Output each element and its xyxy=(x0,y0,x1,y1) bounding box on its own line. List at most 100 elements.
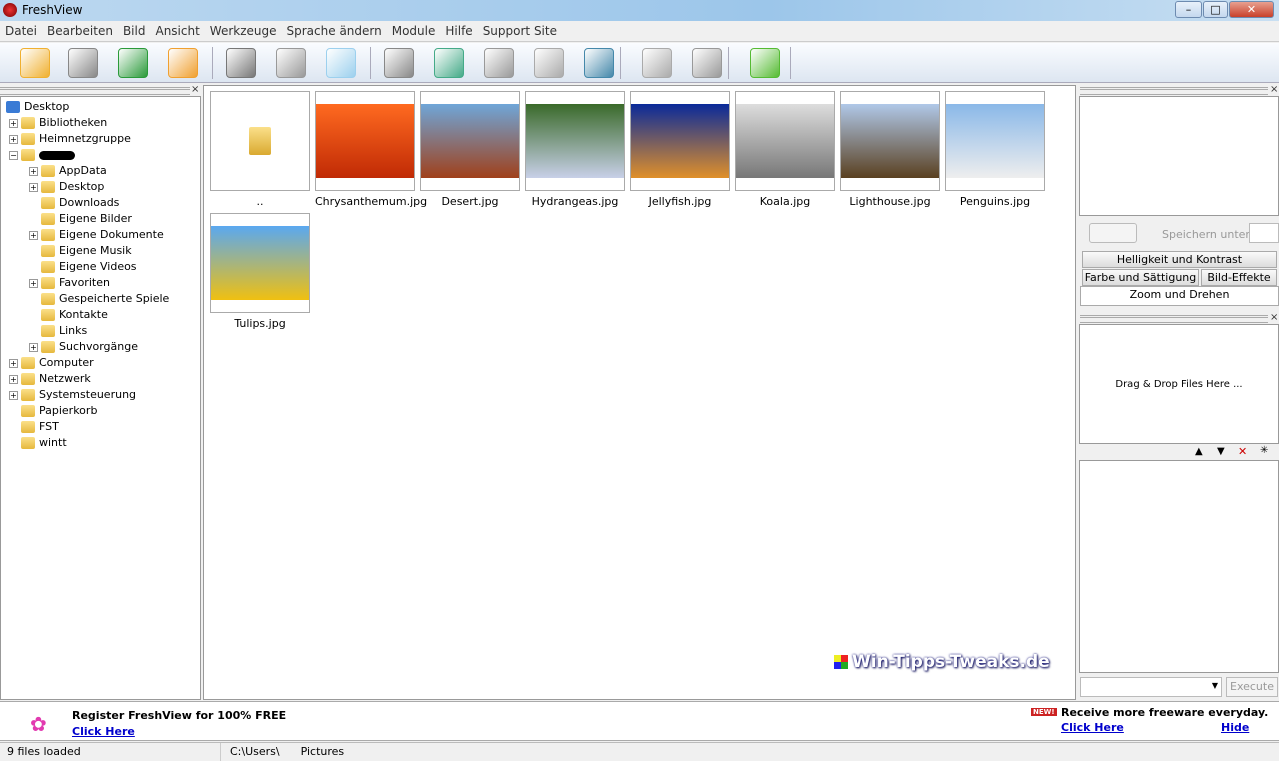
thumbnail-item[interactable]: .. xyxy=(210,91,310,208)
drop-zone[interactable]: Drag & Drop Files Here ... xyxy=(1079,324,1279,444)
clipboard-image-icon[interactable] xyxy=(384,48,414,78)
batch-images-icon[interactable] xyxy=(484,48,514,78)
refresh-icon[interactable] xyxy=(118,48,148,78)
menu-sprache-ndern[interactable]: Sprache ändern xyxy=(282,21,387,41)
panel-grip[interactable] xyxy=(1080,87,1268,95)
tree-item[interactable]: Gespeicherte Spiele xyxy=(29,291,169,307)
menu-hilfe[interactable]: Hilfe xyxy=(440,21,477,41)
tree-item[interactable]: Desktop xyxy=(6,99,69,115)
thumbnail-item[interactable]: Penguins.jpg xyxy=(945,91,1045,208)
tree-item[interactable]: Papierkorb xyxy=(9,403,97,419)
close-tree-panel-icon[interactable]: × xyxy=(191,84,199,95)
menu-datei[interactable]: Datei xyxy=(0,21,42,41)
print-icon[interactable] xyxy=(68,48,98,78)
tree-item-label: Papierkorb xyxy=(39,404,98,417)
panel-grip[interactable] xyxy=(0,87,190,95)
cut-icon[interactable] xyxy=(226,48,256,78)
close-drop-panel-icon[interactable]: × xyxy=(1270,312,1278,323)
thumbnail-label: .. xyxy=(256,195,264,208)
expander-icon[interactable]: + xyxy=(29,278,38,288)
hide-link[interactable]: Hide xyxy=(1221,721,1249,734)
expander-icon[interactable]: + xyxy=(29,166,38,176)
thumbnail-image xyxy=(736,104,834,178)
tree-item[interactable]: − xyxy=(9,147,75,163)
copy-icon[interactable] xyxy=(326,48,356,78)
watermark-text: Win-Tipps-Tweaks.de xyxy=(852,652,1050,672)
expander-icon[interactable]: + xyxy=(9,374,18,384)
thumbnail-item[interactable]: Koala.jpg xyxy=(735,91,835,208)
plugins-icon[interactable] xyxy=(750,48,780,78)
tree-item[interactable]: Eigene Bilder xyxy=(29,211,132,227)
close-preview-panel-icon[interactable]: × xyxy=(1270,84,1278,95)
open-folder-icon[interactable] xyxy=(20,48,50,78)
tree-item[interactable]: + Heimnetzgruppe xyxy=(9,131,131,147)
tree-item[interactable]: + Favoriten xyxy=(29,275,110,291)
clear-icon[interactable]: ✳ xyxy=(1260,445,1268,456)
home-folder-icon[interactable] xyxy=(168,48,198,78)
tree-item[interactable]: Downloads xyxy=(29,195,119,211)
expander-icon[interactable]: + xyxy=(29,230,38,240)
action-dropdown[interactable]: ▼ xyxy=(1080,677,1222,697)
expander-icon[interactable]: + xyxy=(9,390,18,400)
move-down-icon[interactable]: ▼ xyxy=(1217,446,1225,457)
thumbnail-item[interactable]: Chrysanthemum.jpg xyxy=(315,91,427,208)
maximize-button[interactable]: □ xyxy=(1203,1,1228,18)
menu-bearbeiten[interactable]: Bearbeiten xyxy=(42,21,118,41)
menu-module[interactable]: Module xyxy=(387,21,441,41)
tree-item-label: Heimnetzgruppe xyxy=(39,132,131,145)
execute-button[interactable]: Execute xyxy=(1226,677,1278,697)
tree-item[interactable]: + AppData xyxy=(29,163,107,179)
tree-item[interactable]: + Eigene Dokumente xyxy=(29,227,164,243)
thumbnail-item[interactable]: Tulips.jpg xyxy=(210,213,310,330)
tree-item[interactable]: Eigene Musik xyxy=(29,243,132,259)
panel-grip[interactable] xyxy=(1080,315,1268,323)
tab-image-effects[interactable]: Bild-Effekte xyxy=(1201,269,1277,286)
expander-icon[interactable]: + xyxy=(29,182,38,192)
tree-item[interactable]: + Desktop xyxy=(29,179,104,195)
tab-color-saturation[interactable]: Farbe und Sättigung xyxy=(1082,269,1199,286)
freeware-link[interactable]: Click Here xyxy=(1061,721,1124,734)
remove-icon[interactable]: ✕ xyxy=(1238,445,1247,458)
redacted-username xyxy=(39,150,75,160)
tree-item[interactable]: Links xyxy=(29,323,87,339)
tree-item[interactable]: Kontakte xyxy=(29,307,108,323)
expander-icon[interactable]: + xyxy=(9,118,18,128)
menu-bild[interactable]: Bild xyxy=(118,21,151,41)
email-icon[interactable] xyxy=(692,48,722,78)
close-button[interactable]: ✕ xyxy=(1229,1,1274,18)
convert-icon[interactable] xyxy=(534,48,564,78)
expander-icon[interactable]: − xyxy=(9,150,18,160)
register-text: Register FreshView for 100% FREE xyxy=(72,709,287,722)
folder-icon xyxy=(41,213,55,225)
menu-support-site[interactable]: Support Site xyxy=(478,21,562,41)
register-link[interactable]: Click Here xyxy=(72,725,135,738)
tab-brightness-contrast[interactable]: Helligkeit und Kontrast xyxy=(1082,251,1277,268)
tree-item[interactable]: Eigene Videos xyxy=(29,259,137,275)
slideshow-icon[interactable] xyxy=(434,48,464,78)
minimize-button[interactable]: – xyxy=(1175,1,1202,18)
expander-icon[interactable]: + xyxy=(9,358,18,368)
tree-item[interactable]: wintt xyxy=(9,435,67,451)
expander-icon[interactable]: + xyxy=(29,342,38,352)
save-as-field[interactable] xyxy=(1249,223,1279,243)
tree-item[interactable]: FST xyxy=(9,419,59,435)
menu-ansicht[interactable]: Ansicht xyxy=(150,21,204,41)
scanner-icon[interactable] xyxy=(584,48,614,78)
menu-werkzeuge[interactable]: Werkzeuge xyxy=(205,21,282,41)
thumbnail-item[interactable]: Jellyfish.jpg xyxy=(630,91,730,208)
tree-item[interactable]: + Netzwerk xyxy=(9,371,91,387)
tree-item[interactable]: + Bibliotheken xyxy=(9,115,107,131)
paste-icon[interactable] xyxy=(276,48,306,78)
folder-icon xyxy=(21,133,35,145)
thumbnail-item[interactable]: Hydrangeas.jpg xyxy=(525,91,625,208)
thumbnail-item[interactable]: Lighthouse.jpg xyxy=(840,91,940,208)
action-button[interactable] xyxy=(1089,223,1137,243)
tree-item[interactable]: + Computer xyxy=(9,355,94,371)
move-up-icon[interactable]: ▲ xyxy=(1195,446,1203,457)
check-icon[interactable] xyxy=(642,48,672,78)
tab-zoom-rotate[interactable]: Zoom und Drehen xyxy=(1080,286,1279,306)
thumbnail-item[interactable]: Desert.jpg xyxy=(420,91,520,208)
tree-item[interactable]: + Systemsteuerung xyxy=(9,387,136,403)
tree-item[interactable]: + Suchvorgänge xyxy=(29,339,138,355)
expander-icon[interactable]: + xyxy=(9,134,18,144)
